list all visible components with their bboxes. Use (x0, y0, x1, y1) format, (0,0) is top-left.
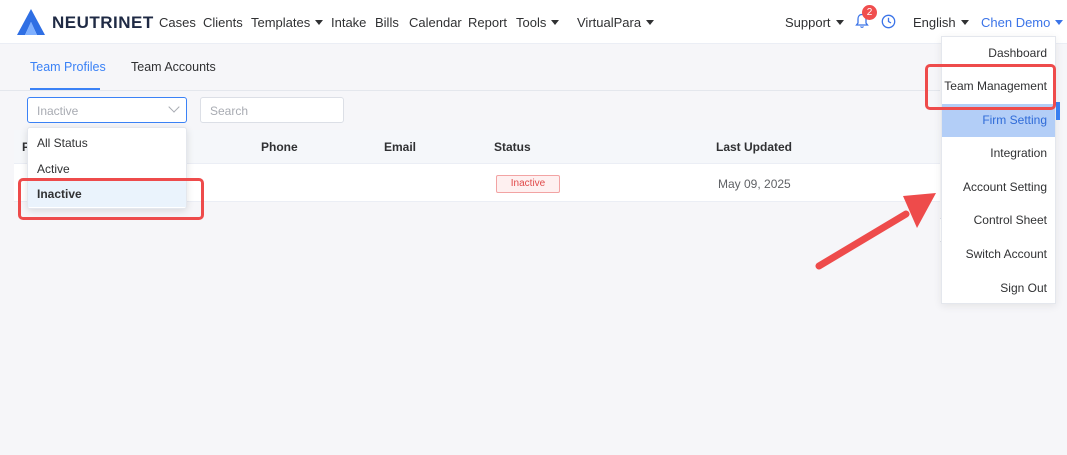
column-header-phone[interactable]: Phone (261, 140, 298, 154)
chevron-down-icon (835, 20, 844, 25)
menu-item-sign-out[interactable]: Sign Out (942, 272, 1055, 305)
nav-virtualpara[interactable]: VirtualPara (577, 15, 655, 30)
partial-button-edge[interactable] (1056, 102, 1060, 120)
column-header-status[interactable]: Status (494, 140, 531, 154)
column-header-email[interactable]: Email (384, 140, 416, 154)
clock-icon[interactable] (881, 14, 896, 29)
active-tab-indicator (30, 88, 100, 90)
brand-name[interactable]: NEUTRINET (52, 13, 154, 33)
nav-report[interactable]: Report (468, 15, 507, 30)
menu-item-switch-account[interactable]: Switch Account (942, 238, 1055, 271)
nav-intake[interactable]: Intake (331, 15, 366, 30)
user-menu-trigger[interactable]: Chen Demo (981, 15, 1064, 30)
menu-item-control-sheet[interactable]: Control Sheet (942, 204, 1055, 237)
annotation-arrow-icon (815, 193, 936, 270)
status-badge: Inactive (496, 175, 560, 193)
notification-badge[interactable]: 2 (862, 5, 877, 20)
language-selector[interactable]: English (913, 15, 969, 30)
column-header-last-updated[interactable]: Last Updated (716, 140, 792, 154)
nav-support[interactable]: Support (785, 15, 844, 30)
search-placeholder: Search (210, 104, 249, 118)
annotation-highlight-inactive (18, 178, 204, 220)
nav-cases[interactable]: Cases (159, 15, 196, 30)
annotation-highlight-team-management (925, 64, 1056, 110)
last-updated-cell: May 09, 2025 (718, 177, 791, 191)
chevron-down-icon (960, 20, 969, 25)
menu-item-integration[interactable]: Integration (942, 137, 1055, 170)
search-input[interactable]: Search (200, 97, 344, 123)
nav-tools[interactable]: Tools (516, 15, 560, 30)
chevron-down-icon (551, 20, 560, 25)
nav-clients[interactable]: Clients (203, 15, 243, 30)
chevron-down-icon (168, 101, 180, 113)
chevron-down-icon (646, 20, 655, 25)
chevron-down-icon (1055, 20, 1064, 25)
menu-item-account-setting[interactable]: Account Setting (942, 171, 1055, 204)
nav-templates[interactable]: Templates (251, 15, 324, 30)
status-select[interactable]: Inactive (27, 97, 187, 123)
tab-team-profiles[interactable]: Team Profiles (30, 60, 106, 74)
chevron-down-icon (315, 20, 324, 25)
top-navbar: NEUTRINET Cases Clients Templates Intake… (0, 0, 1067, 44)
neutrinet-logo-icon[interactable] (16, 8, 46, 36)
tab-team-accounts[interactable]: Team Accounts (131, 60, 216, 74)
status-option-all[interactable]: All Status (28, 130, 186, 156)
nav-bills[interactable]: Bills (375, 15, 399, 30)
status-select-value: Inactive (37, 104, 79, 118)
nav-calendar[interactable]: Calendar (409, 15, 462, 30)
tab-bar: Team Profiles Team Accounts (0, 44, 940, 91)
